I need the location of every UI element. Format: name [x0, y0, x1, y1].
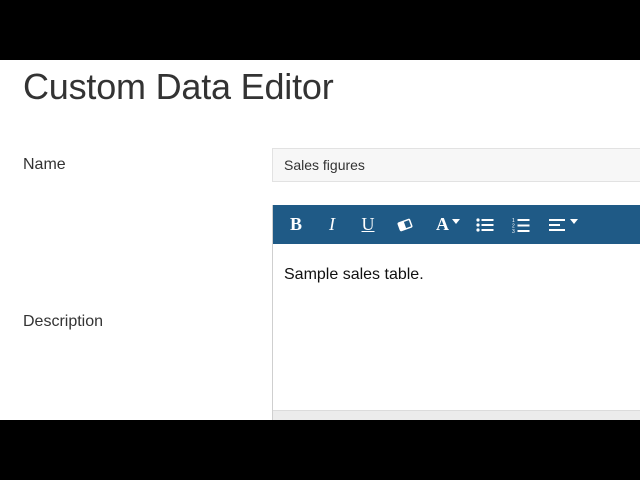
- font-color-button[interactable]: A: [430, 205, 466, 244]
- bulleted-list-button[interactable]: [473, 205, 497, 244]
- font-color-icon: A: [436, 214, 449, 234]
- underline-button[interactable]: U: [357, 205, 379, 244]
- chevron-down-icon: [452, 219, 460, 224]
- bold-button[interactable]: B: [285, 205, 307, 244]
- italic-button[interactable]: I: [321, 205, 343, 244]
- numbered-list-icon: 1 2 3: [512, 218, 530, 233]
- editor-content[interactable]: Sample sales table.: [284, 266, 424, 284]
- name-label: Name: [23, 156, 66, 173]
- bold-icon: B: [289, 214, 302, 234]
- name-input[interactable]: [272, 148, 640, 182]
- align-button[interactable]: [545, 205, 581, 244]
- underline-icon: U: [361, 214, 375, 234]
- eraser-icon: [397, 218, 413, 231]
- bulleted-list-icon: [476, 217, 494, 232]
- page-title: Custom Data Editor: [23, 66, 334, 107]
- description-editor[interactable]: B I U A 1 2 3 Sample sales table.: [272, 205, 640, 420]
- editor-toolbar: B I U A 1 2 3: [273, 205, 640, 244]
- italic-icon: I: [329, 214, 335, 234]
- clear-format-button[interactable]: [393, 205, 417, 244]
- svg-text:3: 3: [512, 229, 515, 233]
- align-icon: [548, 218, 565, 231]
- page-content: Custom Data Editor Name Description B I …: [0, 60, 640, 420]
- chevron-down-icon: [569, 219, 578, 224]
- letterbox-bottom: [0, 420, 640, 480]
- editor-status-bar: [273, 410, 640, 420]
- letterbox-top: [0, 0, 640, 60]
- numbered-list-button[interactable]: 1 2 3: [509, 205, 533, 244]
- description-label: Description: [23, 313, 104, 330]
